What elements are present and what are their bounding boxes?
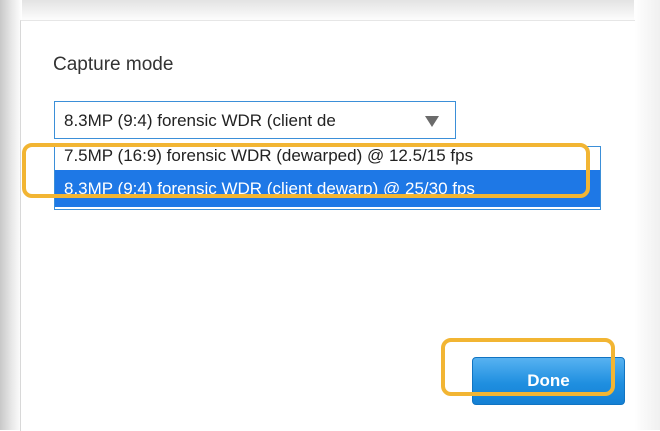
dialog-shadow-left	[0, 0, 22, 430]
dialog-shadow-top	[0, 0, 660, 22]
chevron-down-icon[interactable]	[425, 116, 439, 127]
dialog-title: Capture mode	[53, 54, 174, 75]
capture-mode-select-value: 8.3MP (9:4) forensic WDR (client de	[64, 111, 336, 130]
capture-mode-select[interactable]: 8.3MP (9:4) forensic WDR (client de	[54, 101, 456, 139]
screenshot-frame: Capture mode 8.3MP (9:4) forensic WDR (c…	[0, 0, 660, 431]
highlight-outline-option	[22, 143, 590, 198]
dialog-shadow-right	[634, 0, 660, 430]
highlight-outline-done	[441, 338, 615, 396]
